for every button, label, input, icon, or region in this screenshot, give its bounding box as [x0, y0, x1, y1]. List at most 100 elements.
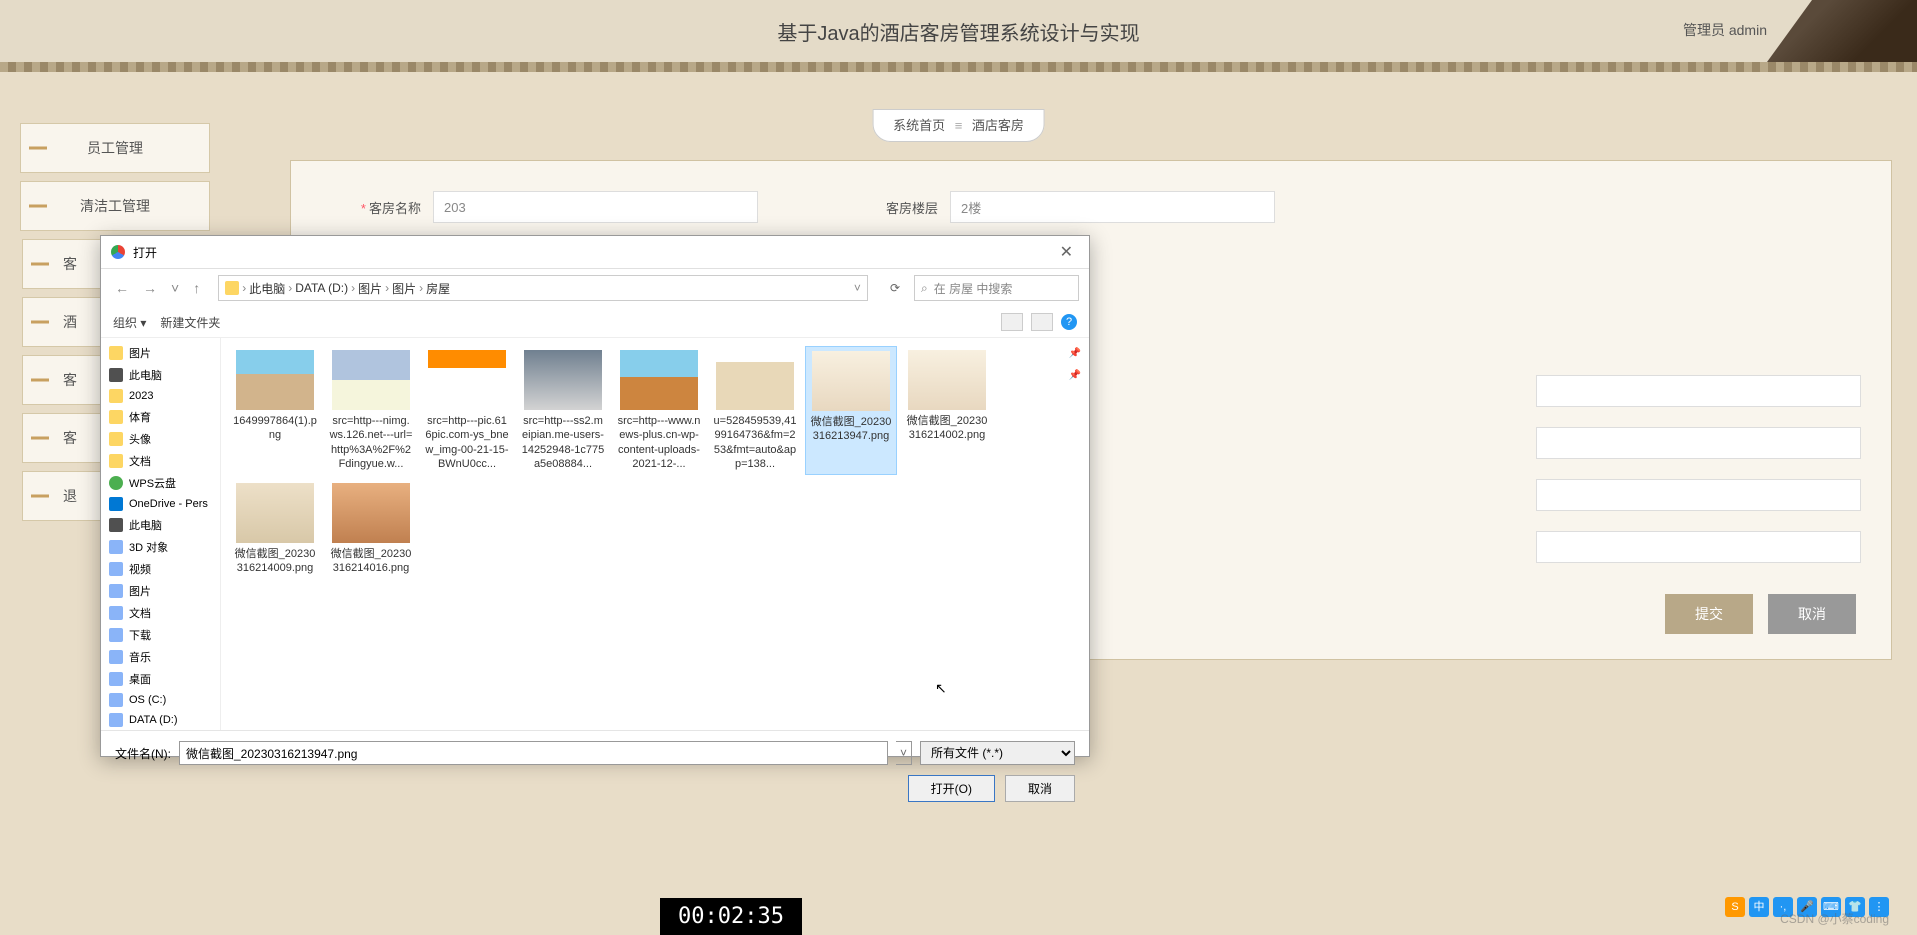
sidebar-folder-item[interactable]: 下载 — [101, 624, 220, 646]
extra-input-2[interactable] — [1536, 375, 1861, 407]
sidebar-folder-item[interactable]: 图片 — [101, 580, 220, 602]
sidebar-folder-item[interactable]: 文档 — [101, 602, 220, 624]
cancel-button[interactable]: 取消 — [1768, 594, 1856, 634]
dialog-bottom: 文件名(N): ˅ 所有文件 (*.*) 打开(O) 取消 — [101, 730, 1089, 812]
file-name-label: src=http---ss2.meipian.me-users-14252948… — [521, 414, 605, 471]
filename-input[interactable] — [179, 741, 888, 765]
folder-label: 此电脑 — [129, 517, 162, 533]
file-item[interactable]: 微信截图_20230316214002.png — [901, 346, 993, 475]
search-placeholder: 在 房屋 中搜索 — [934, 280, 1013, 297]
close-icon[interactable]: ✕ — [1054, 242, 1079, 262]
sidebar-folder-item[interactable]: 视频 — [101, 558, 220, 580]
view-mode-icon[interactable] — [1001, 313, 1023, 331]
sidebar-folder-item[interactable]: 头像 — [101, 428, 220, 450]
file-name-label: 微信截图_20230316214016.png — [329, 547, 413, 576]
folder-label: 桌面 — [129, 671, 151, 687]
floor-input[interactable] — [950, 191, 1275, 223]
path-seg-4[interactable]: 房屋 — [426, 280, 450, 297]
sidebar-folder-item[interactable]: 此电脑 — [101, 514, 220, 536]
file-item[interactable]: 微信截图_20230316214016.png — [325, 479, 417, 580]
organize-menu[interactable]: 组织 ▾ — [113, 314, 146, 331]
filename-dropdown-icon[interactable]: ˅ — [896, 741, 912, 765]
file-thumbnail — [332, 483, 410, 543]
nav-forward-icon[interactable]: → — [139, 278, 161, 298]
search-input[interactable]: ⌕ 在 房屋 中搜索 — [914, 275, 1079, 301]
open-button[interactable]: 打开(O) — [908, 775, 995, 802]
extra-input-3[interactable] — [1536, 427, 1861, 459]
ime-button[interactable]: S — [1725, 897, 1745, 917]
sidebar-folder-item[interactable]: 此电脑📌 — [101, 364, 220, 386]
sidebar-folder-item[interactable]: OneDrive - Pers — [101, 494, 220, 514]
filetype-select[interactable]: 所有文件 (*.*) — [920, 741, 1075, 765]
sidebar-item-cleaner[interactable]: 清洁工管理 — [20, 181, 210, 231]
refresh-icon[interactable]: ⟳ — [882, 281, 908, 295]
sidebar-folder-item[interactable]: WPS云盘 — [101, 472, 220, 494]
extra-input-5[interactable] — [1536, 531, 1861, 563]
file-name-label: src=http---pic.616pic.com-ys_bnew_img-00… — [425, 414, 509, 471]
room-name-input[interactable] — [433, 191, 758, 223]
sidebar-folder-item[interactable]: 音乐 — [101, 646, 220, 668]
tab-current[interactable]: 酒店客房 — [972, 118, 1024, 133]
recording-timer: 00:02:35 — [660, 898, 802, 935]
file-item[interactable]: u=528459539,4199164736&fm=253&fmt=auto&a… — [709, 346, 801, 475]
tab-home[interactable]: 系统首页 — [893, 118, 945, 133]
file-item[interactable]: 微信截图_20230316213947.png — [805, 346, 897, 475]
chevron-down-icon[interactable]: ˅ — [167, 278, 183, 298]
cursor-icon: ↖ — [935, 680, 947, 697]
file-name-label: 微信截图_20230316214002.png — [905, 414, 989, 443]
nav-back-icon[interactable]: ← — [111, 278, 133, 298]
file-item[interactable]: 微信截图_20230316214009.png — [229, 479, 321, 580]
path-seg-3[interactable]: 图片 — [392, 280, 416, 297]
path-bar[interactable]: ›此电脑 ›DATA (D:) ›图片 ›图片 ›房屋 ˅ — [218, 275, 868, 301]
watermark: CSDN @小蔡coding — [1780, 910, 1889, 927]
dialog-sidebar: 图片📌此电脑📌2023体育头像文档WPS云盘OneDrive - Pers此电脑… — [101, 338, 221, 730]
sidebar-folder-item[interactable]: DATA (D:) — [101, 710, 220, 730]
folder-icon — [109, 540, 123, 554]
nav-up-icon[interactable]: ↑ — [189, 278, 204, 298]
ime-button[interactable]: 中 — [1749, 897, 1769, 917]
tab-container: 系统首页 ≡ 酒店客房 — [872, 109, 1045, 142]
preview-pane-icon[interactable] — [1031, 313, 1053, 331]
path-seg-1[interactable]: DATA (D:) — [295, 281, 348, 295]
file-open-dialog: 打开 ✕ ← → ˅ ↑ ›此电脑 ›DATA (D:) ›图片 ›图片 ›房屋… — [100, 235, 1090, 757]
file-item[interactable]: src=http---pic.616pic.com-ys_bnew_img-00… — [421, 346, 513, 475]
folder-icon — [109, 584, 123, 598]
file-thumbnail — [908, 350, 986, 410]
folder-icon — [109, 410, 123, 424]
file-item[interactable]: 1649997864(1).png — [229, 346, 321, 475]
dialog-title: 打开 — [133, 244, 157, 261]
folder-icon — [109, 562, 123, 576]
sidebar-folder-item[interactable]: 文档 — [101, 450, 220, 472]
path-seg-2[interactable]: 图片 — [358, 280, 382, 297]
path-dropdown-icon[interactable]: ˅ — [854, 281, 861, 295]
help-icon[interactable]: ? — [1061, 314, 1077, 330]
folder-icon — [109, 650, 123, 664]
file-item[interactable]: src=http---ss2.meipian.me-users-14252948… — [517, 346, 609, 475]
extra-input-4[interactable] — [1536, 479, 1861, 511]
submit-button[interactable]: 提交 — [1665, 594, 1753, 634]
sidebar-folder-item[interactable]: 桌面 — [101, 668, 220, 690]
sidebar-item-staff[interactable]: 员工管理 — [20, 123, 210, 173]
sidebar-folder-item[interactable]: 图片📌 — [101, 342, 220, 364]
folder-icon — [109, 606, 123, 620]
folder-icon — [109, 672, 123, 686]
path-seg-0[interactable]: 此电脑 — [249, 280, 285, 297]
field-room-name: *客房名称 — [321, 191, 758, 223]
sidebar-folder-item[interactable]: 2023 — [101, 386, 220, 406]
file-name-label: 微信截图_20230316213947.png — [810, 415, 892, 444]
file-grid: 1649997864(1).pngsrc=http---nimg.ws.126.… — [221, 338, 1089, 730]
dialog-cancel-button[interactable]: 取消 — [1005, 775, 1075, 802]
folder-label: WPS云盘 — [129, 475, 176, 491]
folder-icon — [109, 432, 123, 446]
folder-icon — [109, 389, 123, 403]
sidebar-folder-item[interactable]: OS (C:) — [101, 690, 220, 710]
folder-label: DATA (D:) — [129, 714, 177, 726]
folder-icon — [109, 713, 123, 727]
file-item[interactable]: src=http---www.news-plus.cn-wp-content-u… — [613, 346, 705, 475]
sidebar-folder-item[interactable]: 体育 — [101, 406, 220, 428]
file-item[interactable]: src=http---nimg.ws.126.net---url=http%3A… — [325, 346, 417, 475]
folder-icon — [109, 497, 123, 511]
sidebar-folder-item[interactable]: 3D 对象 — [101, 536, 220, 558]
new-folder-button[interactable]: 新建文件夹 — [160, 314, 220, 331]
folder-icon — [109, 476, 123, 490]
